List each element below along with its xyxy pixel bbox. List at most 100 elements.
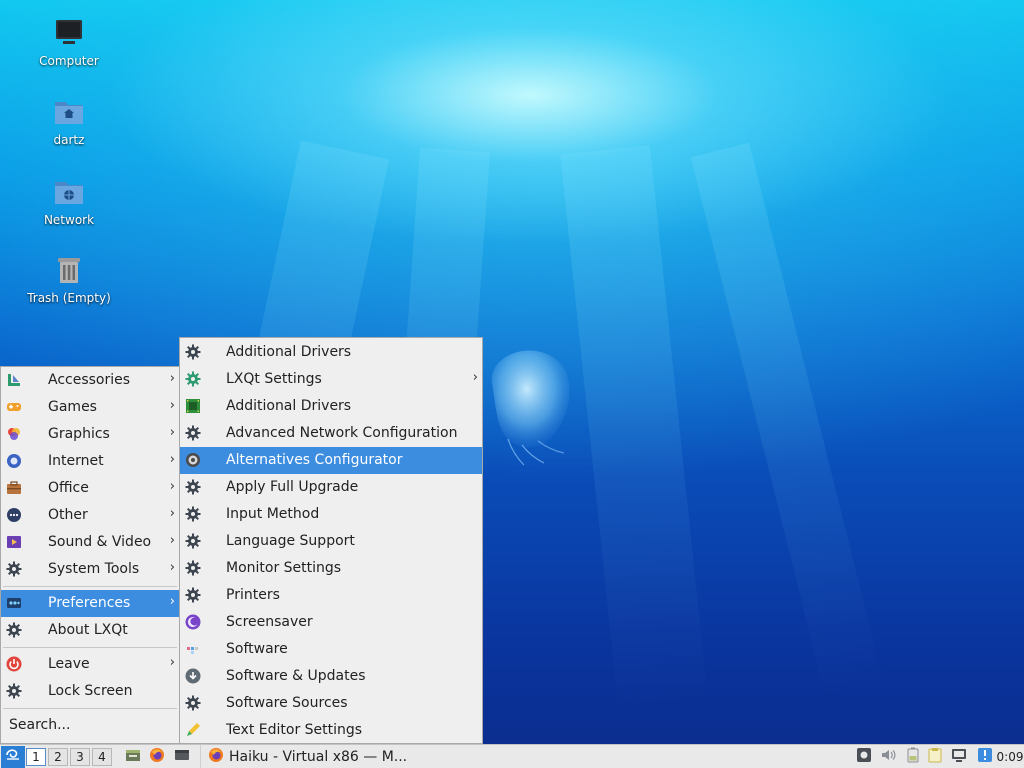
alternatives-icon [185,452,201,468]
tray-item-network[interactable] [948,745,970,768]
screensaver-icon [185,614,201,630]
show-desktop-button[interactable] [171,745,193,768]
menu-item-accessories[interactable]: Accessories › [1,367,179,394]
search-placeholder: Search... [9,717,71,733]
submenu-item-additional-drivers-2[interactable]: Additional Drivers [180,393,482,420]
desktop-icon-home[interactable]: dartz [9,96,129,147]
menu-item-label: Other [48,507,88,523]
submenu-item-label: Apply Full Upgrade [226,479,359,495]
submenu-item-software-updates[interactable]: Software & Updates [180,663,482,690]
menu-item-internet[interactable]: Internet › [1,448,179,475]
submenu-item-text-editor-settings[interactable]: Text Editor Settings [180,717,482,744]
menu-item-other[interactable]: Other › [1,502,179,529]
submenu-item-additional-drivers[interactable]: Additional Drivers [180,339,482,366]
desktop-icon-label: Network [43,213,95,227]
submenu-item-apply-full-upgrade[interactable]: Apply Full Upgrade [180,474,482,501]
workspace-3[interactable]: 3 [70,748,90,766]
software-icon [185,641,201,657]
submenu-item-alternatives-configurator[interactable]: Alternatives Configurator [180,447,482,474]
volume-icon [880,747,896,767]
chevron-right-icon: › [169,398,175,413]
submenu-item-label: Text Editor Settings [226,722,363,738]
menu-item-games[interactable]: Games › [1,394,179,421]
menu-item-graphics[interactable]: Graphics › [1,421,179,448]
menu-item-label: Office [48,480,89,496]
menu-item-label: Accessories [48,372,131,388]
tray-item-battery[interactable] [902,745,924,768]
menu-item-label: Internet [48,453,104,469]
menu-item-label: Graphics [48,426,110,442]
tray-item-clipboard[interactable] [924,745,946,768]
menu-separator [3,708,177,709]
chevron-right-icon: › [169,371,175,386]
chevron-right-icon: › [169,506,175,521]
start-menu-button[interactable] [1,746,25,768]
submenu-item-label: Advanced Network Configuration [226,425,458,441]
show-desktop-icon [174,747,190,767]
submenu-item-input-method[interactable]: Input Method [180,501,482,528]
tray-item-notifications[interactable] [974,745,996,768]
network-folder-icon [53,176,85,208]
desktop-icon-network[interactable]: Network [9,176,129,227]
menu-item-preferences[interactable]: Preferences › [1,590,179,617]
tray-item-volume[interactable] [877,745,899,768]
submenu-item-language-support[interactable]: Language Support [180,528,482,555]
computer-icon [53,17,85,49]
info-icon [977,747,993,767]
network-icon [951,747,967,767]
search-field[interactable]: Search... [1,712,179,740]
games-icon [6,399,22,415]
menu-item-about-lxqt[interactable]: About LXQt [1,617,179,644]
task-button-haiku[interactable]: Haiku - Virtual x86 — M... [200,745,412,768]
submenu-item-label: Language Support [226,533,355,549]
firefox-launcher[interactable] [146,745,168,768]
menu-item-label: Leave [48,656,90,672]
gear-icon [6,561,22,577]
gear-icon [185,344,201,360]
submenu-item-software-sources[interactable]: Software Sources [180,690,482,717]
workspace-2[interactable]: 2 [48,748,68,766]
tray-item-screenshot[interactable] [853,745,875,768]
menu-item-system-tools[interactable]: System Tools › [1,556,179,583]
firefox-icon [149,747,165,767]
submenu-item-printers[interactable]: Printers [180,582,482,609]
light-ray [690,142,885,701]
menu-item-lock-screen[interactable]: Lock Screen [1,678,179,705]
task-title: Haiku - Virtual x86 — M... [229,749,408,765]
submenu-item-label: Printers [226,587,280,603]
desktop-icon-computer[interactable]: Computer [9,17,129,68]
submenu-item-label: Monitor Settings [226,560,342,576]
gear-icon [185,533,201,549]
menu-item-office[interactable]: Office › [1,475,179,502]
menu-item-label: About LXQt [48,622,128,638]
firefox-icon [208,747,224,767]
submenu-item-advanced-network[interactable]: Advanced Network Configuration [180,420,482,447]
menu-item-leave[interactable]: Leave › [1,651,179,678]
updates-icon [185,668,201,684]
trash-icon [53,254,85,286]
preferences-icon [6,595,22,611]
menu-item-sound-video[interactable]: Sound & Video › [1,529,179,556]
desktop-icon-label: Trash (Empty) [27,291,111,305]
submenu-item-screensaver[interactable]: Screensaver [180,609,482,636]
submenu-item-label: LXQt Settings [226,371,322,387]
submenu-item-monitor-settings[interactable]: Monitor Settings [180,555,482,582]
desktop-icon-label: dartz [53,133,85,147]
gear-icon [185,695,201,711]
chevron-right-icon: › [169,425,175,440]
submenu-item-lxqt-settings[interactable]: LXQt Settings › [180,366,482,393]
workspace-1[interactable]: 1 [26,748,46,766]
submenu-item-label: Input Method [226,506,320,522]
graphics-icon [6,426,22,442]
screenshot-icon [856,747,872,767]
power-icon [6,656,22,672]
clock[interactable]: 0:09 [996,745,1024,768]
desktop-icon-trash[interactable]: Trash (Empty) [9,254,129,305]
menu-item-label: Sound & Video [48,534,152,550]
submenu-item-software[interactable]: Software [180,636,482,663]
file-manager-launcher[interactable] [122,745,144,768]
gear-icon [6,683,22,699]
desktop-icon-label: Computer [39,54,99,68]
submenu-item-label: Additional Drivers [226,344,352,360]
workspace-4[interactable]: 4 [92,748,112,766]
